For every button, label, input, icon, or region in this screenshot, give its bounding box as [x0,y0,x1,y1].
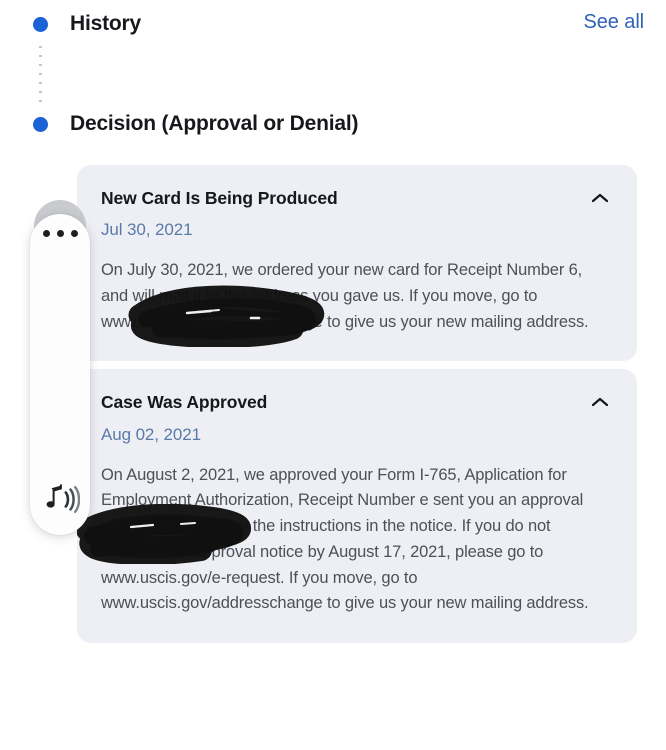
chevron-up-icon[interactable] [589,191,611,205]
section-title-decision: Decision (Approval or Denial) [70,112,359,135]
page-title: History [70,12,141,35]
timeline-row-decision: Decision (Approval or Denial) [0,100,666,148]
card-title: New Card Is Being Produced [101,188,338,208]
music-note-sound-icon[interactable] [30,483,90,517]
timeline: History See all Decision (Approval or De… [0,0,666,148]
card-date: Jul 30, 2021 [101,220,193,240]
card-body-text: On July 30, 2021, we ordered your new ca… [101,261,589,331]
panel-body[interactable] [30,214,90,535]
history-card[interactable]: Case Was Approved Aug 02, 2021 On August… [77,369,637,644]
timeline-row-history: History See all [0,0,666,48]
case-history-screen: History See all Decision (Approval or De… [0,0,666,750]
history-card-list: New Card Is Being Produced Jul 30, 2021 … [77,165,637,644]
timeline-bullet-icon [33,16,48,32]
card-header: Case Was Approved [101,393,611,412]
card-date: Aug 02, 2021 [101,424,201,444]
card-body-text: On August 2, 2021, we approved your Form… [101,465,589,613]
dot [56,230,64,237]
dot [42,230,50,237]
card-header: New Card Is Being Produced [101,188,611,208]
chevron-up-icon[interactable] [589,395,611,409]
timeline-bullet-icon [33,116,48,132]
timeline-connector [39,46,42,108]
dot [70,230,78,237]
card-title: Case Was Approved [101,392,268,413]
three-dots-icon[interactable] [30,230,90,237]
history-card[interactable]: New Card Is Being Produced Jul 30, 2021 … [77,165,637,362]
floating-assistant-panel[interactable] [30,200,90,535]
see-all-link[interactable]: See all [584,11,645,34]
